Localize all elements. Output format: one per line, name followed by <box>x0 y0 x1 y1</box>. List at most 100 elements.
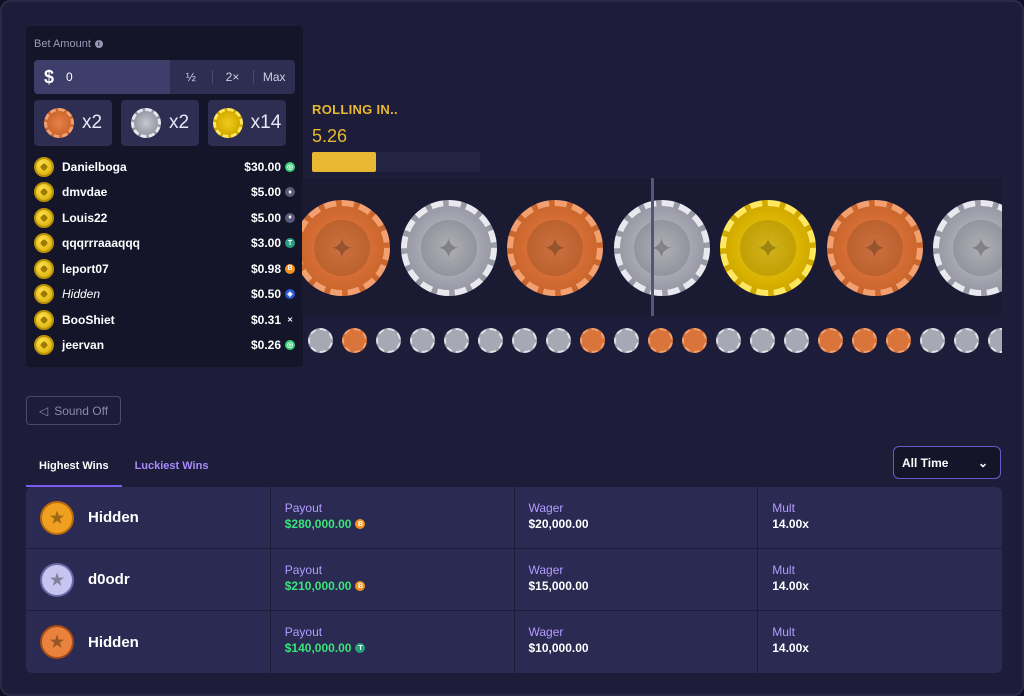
reel-center-marker <box>651 178 654 316</box>
wager-value: $15,000.00 <box>528 579 589 593</box>
mult-label: Mult <box>772 563 795 577</box>
coin-bet-gold-button[interactable]: x14 <box>208 100 286 146</box>
mult-cell: Mult 14.00x <box>758 611 1002 673</box>
gold-coin-icon <box>34 284 54 305</box>
coin-bet-options: x2 x2 x14 <box>34 100 295 146</box>
half-bet-button[interactable]: ½ <box>170 60 212 94</box>
wager-cell: Wager $10,000.00 <box>515 611 759 673</box>
kangaroo-icon: ✦ <box>633 220 690 276</box>
payout-amount: $140,000.00 <box>284 641 352 655</box>
gold-coin-icon <box>34 207 54 228</box>
win-username: d0odr <box>88 571 130 588</box>
kangaroo-icon: ✦ <box>846 220 903 276</box>
coin-bet-silver-button[interactable]: x2 <box>121 100 199 146</box>
bronze-history-coin <box>648 328 673 353</box>
currency-icon: T <box>355 643 366 653</box>
bet-amount-value[interactable]: 0 <box>66 70 73 84</box>
silver-history-coin <box>308 328 333 353</box>
player-amount: $30.00 <box>244 159 281 174</box>
payout-cell: Payout $210,000.00 B <box>271 549 515 610</box>
wager-label: Wager <box>528 563 564 577</box>
max-bet-button[interactable]: Max <box>253 60 295 94</box>
currency-icon: B <box>355 519 366 529</box>
gold-coin-icon <box>34 156 54 177</box>
wins-tabs: Highest Wins Luckiest Wins <box>26 452 221 487</box>
wins-table-row: ★ Hidden Payout $280,000.00 B Wager $20,000.00… <box>26 487 1002 549</box>
dollar-icon: $ <box>44 66 55 87</box>
player-amount: $0.26 <box>250 338 281 353</box>
currency-icon: ♦ <box>285 212 295 223</box>
bronze-coin: ✦ <box>302 200 390 296</box>
silver-history-coin <box>920 328 945 353</box>
mult-value: 14.00x <box>772 579 809 593</box>
kangaroo-icon: ✦ <box>740 220 796 276</box>
player-name: Louis22 <box>62 210 108 225</box>
coin-bet-multiplier: x2 <box>168 112 190 133</box>
win-user: ★ Hidden <box>26 611 271 673</box>
coin-bet-bronze-button[interactable]: x2 <box>34 100 112 146</box>
wins-table-row: ★ Hidden Payout $140,000.00 T Wager $10,000.00… <box>26 611 1002 673</box>
gold-coin-icon <box>212 108 243 138</box>
payout-cell: Payout $280,000.00 B <box>271 487 515 548</box>
silver-history-coin <box>376 328 401 353</box>
tab-luckiest-wins[interactable]: Luckiest Wins <box>122 452 222 487</box>
mult-value: 14.00x <box>772 517 809 531</box>
silver-coin: ✦ <box>613 200 710 296</box>
silver-history-coin <box>444 328 469 353</box>
bet-amount-input[interactable]: $ 0 <box>34 60 170 94</box>
win-user: ★ d0odr <box>26 549 271 610</box>
gold-coin-icon <box>34 309 54 330</box>
tab-highest-wins[interactable]: Highest Wins <box>26 452 122 487</box>
kangaroo-icon: ✦ <box>314 220 370 276</box>
silver-history-coin <box>512 328 537 353</box>
time-filter-select[interactable]: All Time ⌄ <box>893 446 1001 479</box>
bronze-coin-icon <box>43 108 74 138</box>
player-bet-row: jeervan $0.26 ◎ <box>34 333 295 359</box>
star-icon: ★ <box>49 634 65 651</box>
player-amount: $5.00 <box>250 185 281 200</box>
bronze-coin: ✦ <box>507 200 603 296</box>
currency-icon: B <box>355 581 366 591</box>
rolling-progress-bar <box>312 152 480 172</box>
player-name: jeervan <box>62 338 105 353</box>
double-bet-button[interactable]: 2× <box>211 60 254 94</box>
player-bet-row: Danielboga $30.00 ◎ <box>34 154 295 180</box>
bet-panel: Bet Amount i $ 0 ½ 2× Max x2 x2 x14 Daniel… <box>26 26 303 367</box>
gold-coin-icon <box>34 182 54 203</box>
silver-history-coin <box>410 328 435 353</box>
wager-cell: Wager $15,000.00 <box>515 549 759 610</box>
chevron-down-icon: ⌄ <box>977 455 988 470</box>
wager-label: Wager <box>528 501 564 515</box>
player-bet-row: qqqrrraaaqqq $3.00 T <box>34 231 295 257</box>
sound-toggle-label: Sound Off <box>54 403 109 418</box>
coin-bet-multiplier: x2 <box>81 112 103 133</box>
sound-toggle-button[interactable]: ◁ Sound Off <box>26 396 121 425</box>
silver-coin: ✦ <box>933 200 1002 296</box>
info-icon[interactable]: i <box>94 40 103 48</box>
currency-icon: ◎ <box>285 340 295 351</box>
gold-coin: ✦ <box>720 200 816 296</box>
currency-icon: B <box>285 263 295 274</box>
wager-value: $10,000.00 <box>528 641 589 655</box>
gold-coin-icon <box>34 258 54 279</box>
star-icon: ★ <box>49 571 65 589</box>
player-bet-row: BooShiet $0.31 ✕ <box>34 307 295 333</box>
avatar: ★ <box>40 500 74 535</box>
payout-amount: $210,000.00 <box>284 579 352 593</box>
bronze-history-coin <box>818 328 843 353</box>
silver-history-coin <box>954 328 979 353</box>
coin-bet-multiplier: x14 <box>250 112 282 133</box>
player-name: BooShiet <box>62 312 115 327</box>
silver-history-coin <box>546 328 571 353</box>
kangaroo-icon: ✦ <box>527 220 583 276</box>
player-name: qqqrrraaaqqq <box>62 236 141 251</box>
player-name: Hidden <box>62 287 101 302</box>
wager-cell: Wager $20,000.00 <box>515 487 759 548</box>
player-bet-row: leport07 $0.98 B <box>34 256 295 282</box>
rolling-progress-fill <box>312 152 376 172</box>
bronze-history-coin <box>852 328 877 353</box>
currency-icon: T <box>285 238 295 249</box>
payout-value: $210,000.00 B <box>285 579 514 593</box>
player-amount: $0.98 <box>250 261 281 276</box>
mult-cell: Mult 14.00x <box>758 487 1002 548</box>
